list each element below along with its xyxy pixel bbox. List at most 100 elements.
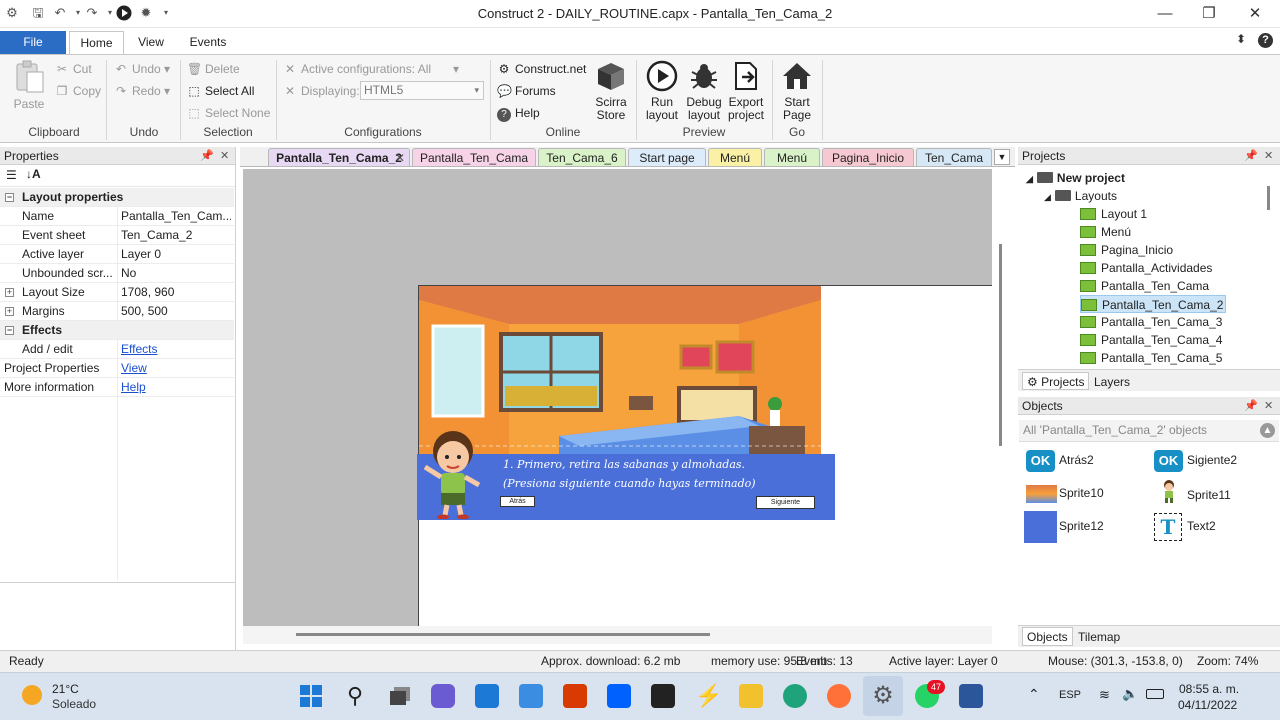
horizontal-scrollbar[interactable]	[296, 633, 710, 636]
view-link[interactable]: View	[121, 359, 231, 378]
object-item-sigiente2[interactable]: OK Sigiente2	[1154, 446, 1237, 474]
prop-row-more-info[interactable]: More information Help	[0, 378, 234, 397]
projects-scrollbar[interactable]	[1267, 186, 1270, 210]
prop-row-add-edit[interactable]: Add / edit Effects	[0, 340, 234, 359]
tab-ten-cama[interactable]: Ten_Cama	[916, 148, 992, 166]
file-explorer-icon[interactable]	[739, 684, 763, 708]
debug-layout-button[interactable]: Debug layout	[681, 60, 727, 122]
ribbon-collapse-icon[interactable]: ⬍	[1236, 32, 1246, 46]
weather-sun-icon[interactable]	[22, 685, 42, 705]
search-icon[interactable]: ⚲	[343, 684, 367, 708]
close-tab-icon[interactable]: ✕	[395, 149, 405, 167]
select-all-button[interactable]: ⬚ Select All	[187, 82, 254, 100]
displaying-select[interactable]: HTML5 ▾	[360, 81, 484, 100]
copy-button[interactable]: ❐ Copy	[55, 82, 101, 100]
close-panel-icon[interactable]: ✕	[220, 147, 229, 165]
undo-button[interactable]: ↶ Undo ▾	[114, 60, 170, 78]
dropbox-icon[interactable]	[607, 684, 631, 708]
object-item-text2[interactable]: T Text2	[1154, 511, 1216, 541]
close-button[interactable]: ✕	[1240, 3, 1270, 25]
tab-events[interactable]: Events	[180, 31, 236, 54]
close-panel-icon[interactable]: ✕	[1264, 147, 1273, 165]
layout-properties-section[interactable]: − Layout properties	[0, 188, 234, 207]
categorized-icon[interactable]: ☰	[6, 168, 17, 182]
tree-layout-item[interactable]: Pantalla_Ten_Cama	[1080, 277, 1209, 295]
tree-layout-item[interactable]: Layout 1	[1080, 205, 1147, 223]
object-item-sprite12[interactable]: Sprite12	[1024, 510, 1104, 543]
export-project-button[interactable]: Export project	[723, 60, 769, 122]
tab-objects[interactable]: Objects	[1022, 627, 1073, 646]
object-item-sprite11[interactable]: Sprite11	[1154, 479, 1231, 507]
start-page-button[interactable]: Start Page	[774, 60, 820, 122]
help-icon[interactable]: ?	[1258, 33, 1273, 48]
effects-section[interactable]: − Effects	[0, 321, 234, 340]
prop-row-event-sheet[interactable]: Event sheet Ten_Cama_2	[0, 226, 234, 245]
tab-list-dropdown-icon[interactable]: ▼	[994, 149, 1010, 165]
select-none-button[interactable]: ⬚ Select None	[187, 104, 270, 122]
file-tab[interactable]: File	[0, 31, 66, 54]
weather-desc[interactable]: Soleado	[52, 697, 96, 711]
up-arrow-icon[interactable]: ▲	[1260, 423, 1275, 438]
tree-layout-item[interactable]: Menú	[1080, 223, 1131, 241]
active-configurations-dropdown[interactable]: ✕ Active configurations: All ▾	[283, 60, 463, 78]
object-item-sprite10[interactable]: Sprite10	[1026, 479, 1104, 507]
tab-projects[interactable]: ⚙ Projects	[1022, 372, 1090, 390]
mail-icon[interactable]	[475, 684, 499, 708]
word-icon[interactable]	[959, 684, 983, 708]
tab-tilemap[interactable]: Tilemap	[1078, 628, 1120, 646]
boy-character-sprite[interactable]	[421, 427, 483, 520]
pin-icon[interactable]: 📌	[1244, 397, 1258, 415]
tab-menu-events[interactable]: Menú	[764, 148, 820, 166]
tab-layers[interactable]: Layers	[1094, 373, 1130, 391]
tree-root-new-project[interactable]: ◢ New project	[1026, 169, 1125, 187]
run-layout-button[interactable]: Run layout	[639, 60, 685, 122]
forums-link[interactable]: 💬 Forums	[497, 82, 556, 100]
prop-row-unbounded[interactable]: Unbounded scr... No	[0, 264, 234, 283]
delete-button[interactable]: 🗑 Delete	[187, 60, 240, 78]
chevron-up-icon[interactable]: ⌃	[1028, 686, 1040, 703]
firefox-icon[interactable]	[827, 684, 851, 708]
tree-layout-item[interactable]: Pantalla_Actividades	[1080, 259, 1212, 277]
battery-icon[interactable]	[1146, 689, 1164, 699]
office-icon[interactable]	[563, 684, 587, 708]
layout-canvas[interactable]: 1. Primero, retira las sabanas y almohad…	[243, 169, 992, 626]
teams-chat-icon[interactable]	[431, 684, 455, 708]
prop-row-project-properties[interactable]: Project Properties View	[0, 359, 234, 378]
tab-pantalla-ten-cama-2[interactable]: Pantalla_Ten_Cama_2 ✕	[268, 148, 410, 166]
prop-row-layout-size[interactable]: + Layout Size 1708, 960	[0, 283, 234, 302]
tree-layout-item[interactable]: Pantalla_Ten_Cama_4	[1080, 331, 1222, 349]
pin-icon[interactable]: 📌	[200, 147, 214, 165]
sort-az-icon[interactable]: ↓A	[26, 167, 41, 181]
construct-net-link[interactable]: ⚙ Construct.net	[497, 60, 587, 78]
edge-icon[interactable]	[783, 684, 807, 708]
speaker-icon[interactable]: 🔈	[1122, 686, 1138, 702]
tree-layout-item-selected[interactable]: Pantalla_Ten_Cama_2	[1080, 295, 1227, 313]
clock-time[interactable]: 08:55 a. m.	[1179, 682, 1239, 696]
vertical-scrollbar-thumb[interactable]	[999, 244, 1002, 446]
prop-row-active-layer[interactable]: Active layer Layer 0	[0, 245, 234, 264]
tree-folder-layouts[interactable]: ◢ Layouts	[1044, 187, 1117, 205]
instruction-text-line2[interactable]: (Presiona siguiente cuando hayas termina…	[503, 477, 756, 490]
tree-layout-item[interactable]: Pantalla_Ten_Cama_3	[1080, 313, 1222, 331]
tab-menu-layout[interactable]: Menú	[708, 148, 762, 166]
clock-date[interactable]: 04/11/2022	[1178, 698, 1237, 712]
tree-layout-item[interactable]: Pagina_Inicio	[1080, 241, 1173, 259]
scirra-store-button[interactable]: Scirra Store	[588, 60, 634, 122]
construct-app-icon[interactable]: ⚙	[871, 684, 895, 708]
minimize-button[interactable]: —	[1150, 3, 1180, 25]
task-view-icon[interactable]	[388, 684, 412, 708]
wifi-icon[interactable]: ≋	[1099, 687, 1110, 703]
terminal-icon[interactable]	[651, 684, 675, 708]
store-icon[interactable]	[519, 684, 543, 708]
tab-view[interactable]: View	[128, 31, 174, 54]
tab-pagina-inicio[interactable]: Pagina_Inicio	[822, 148, 914, 166]
close-panel-icon[interactable]: ✕	[1264, 397, 1273, 415]
tab-pantalla-ten-cama[interactable]: Pantalla_Ten_Cama	[412, 148, 536, 166]
help-link-prop[interactable]: Help	[121, 378, 231, 397]
redo-button[interactable]: ↷ Redo ▾	[114, 82, 170, 100]
help-link[interactable]: ? Help	[497, 104, 540, 122]
maximize-button[interactable]: ❐	[1194, 3, 1224, 25]
language-indicator[interactable]: ESP	[1059, 689, 1081, 701]
object-item-atras2[interactable]: OK Atrás2	[1026, 446, 1094, 474]
paste-button[interactable]: Paste	[10, 60, 48, 111]
